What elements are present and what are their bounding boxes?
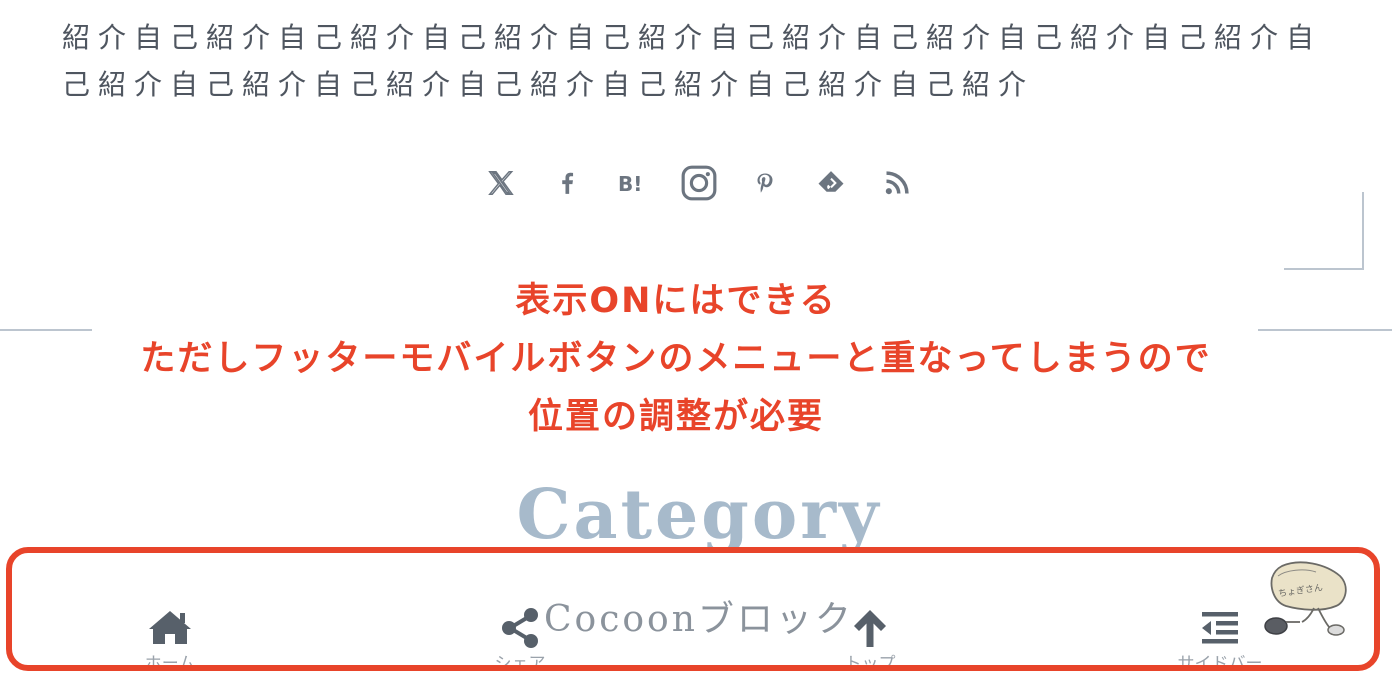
widget-corner-border [1284, 192, 1364, 270]
feedly-icon [818, 171, 844, 192]
home-icon [149, 611, 191, 644]
arrow-up-icon [854, 610, 886, 647]
hatena-bookmark-follow-button[interactable]: B! [610, 160, 656, 206]
rss-icon [885, 171, 909, 195]
annotation-line-3: 位置の調整が必要 [527, 397, 824, 437]
footer-top-button[interactable]: トップ [770, 590, 970, 688]
footer-sidebar-label: サイドバー [1177, 654, 1263, 674]
hatena-bookmark-icon: B! [618, 172, 642, 196]
footer-share-button[interactable]: シェア [420, 590, 620, 688]
footer-top-label: トップ [844, 654, 896, 674]
footer-home-label: ホーム [144, 654, 196, 674]
feedly-follow-button[interactable] [808, 160, 854, 206]
social-follow-buttons: B! [478, 160, 920, 206]
pinterest-follow-button[interactable] [742, 160, 788, 206]
rss-follow-button[interactable] [874, 160, 920, 206]
overlay-annotation: 表示ONにはできる ただしフッターモバイルボタンのメニューと重なってしまうので … [0, 272, 1352, 446]
footer-home-button[interactable]: ホーム [70, 590, 270, 688]
facebook-icon [562, 172, 574, 194]
mascot-character-image: ちょぎさん [1264, 561, 1347, 636]
annotation-line-1: 表示ONにはできる [515, 281, 837, 321]
page: 紹介自己紹介自己紹介自己紹介自己紹介自己紹介自己紹介自己紹介自己紹介自己紹介自己… [0, 0, 1392, 688]
facebook-follow-button[interactable] [544, 160, 590, 206]
sidebar-menu-icon [1202, 612, 1238, 644]
x-icon [488, 171, 514, 195]
share-icon [502, 608, 538, 648]
x-follow-button[interactable] [478, 160, 524, 206]
instagram-follow-button[interactable] [676, 160, 722, 206]
pinterest-icon [757, 173, 773, 193]
annotation-line-2: ただしフッターモバイルボタンのメニューと重なってしまうので [140, 339, 1212, 379]
profile-intro-text: 紹介自己紹介自己紹介自己紹介自己紹介自己紹介自己紹介自己紹介自己紹介自己紹介自己… [62, 21, 1323, 101]
instagram-icon [681, 165, 717, 201]
category-heading: Category [516, 475, 882, 555]
svg-text:B!: B! [618, 172, 642, 196]
footer-mobile-buttons: ホーム シェア トップ サイドバー [0, 590, 1392, 688]
footer-share-label: シェア [494, 654, 546, 674]
